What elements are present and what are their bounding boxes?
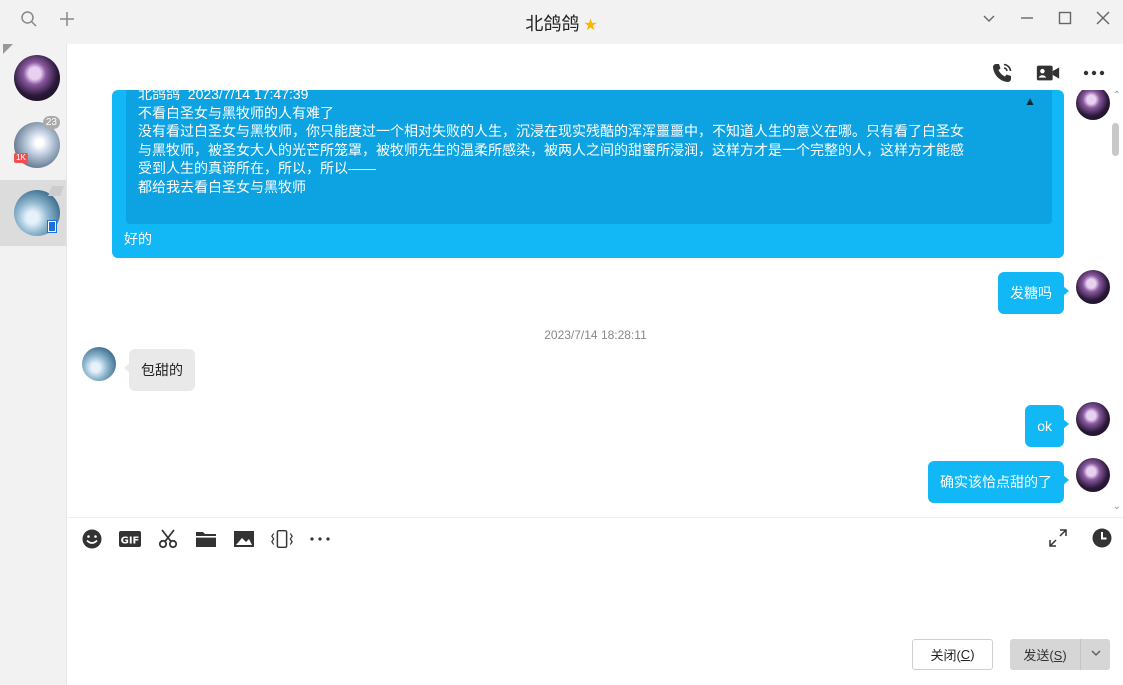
message-bubble-outgoing[interactable]: 确实该恰点甜的了 bbox=[928, 461, 1069, 503]
avatar[interactable] bbox=[1076, 270, 1110, 304]
sidebar-item-2[interactable]: 23 1K bbox=[0, 112, 66, 178]
contact-name: 北鸽鸽 bbox=[525, 14, 580, 34]
send-button-main[interactable]: 发送(S) bbox=[1010, 645, 1080, 664]
quote-author: 北鸽鸽 bbox=[138, 90, 180, 102]
scissors-icon[interactable] bbox=[156, 527, 180, 551]
video-call-icon[interactable] bbox=[1035, 60, 1061, 86]
more-icon[interactable] bbox=[1081, 60, 1107, 86]
jump-to-quote-icon[interactable]: ▲ bbox=[1024, 92, 1036, 111]
close-icon[interactable] bbox=[1095, 10, 1111, 31]
more-icon[interactable] bbox=[308, 527, 332, 551]
scrollbar-thumb[interactable] bbox=[1112, 123, 1119, 156]
svg-text:GIF: GIF bbox=[121, 536, 140, 547]
shake-icon[interactable] bbox=[270, 527, 294, 551]
quote-line: 都给我去看白圣女与黑牧师 bbox=[138, 178, 306, 195]
send-button-label-end: ) bbox=[1062, 648, 1067, 663]
minimize-icon[interactable] bbox=[1019, 10, 1035, 31]
quote-line: 不看白圣女与黑牧师的人有难了 bbox=[138, 104, 334, 121]
sidebar-item-3[interactable] bbox=[0, 180, 66, 246]
message-bubble-outgoing[interactable]: ok bbox=[1025, 405, 1069, 447]
avatar[interactable] bbox=[1076, 402, 1110, 436]
quoted-message[interactable]: 北鸽鸽 2023/7/14 17:47:39 不看白圣女与黑牧师的人有难了 没有… bbox=[126, 90, 1052, 224]
input-toolbar-right bbox=[1047, 527, 1113, 552]
close-button[interactable]: 关闭(C) bbox=[912, 639, 993, 670]
message-bubble-incoming[interactable]: 包甜的 bbox=[124, 349, 195, 391]
tag-badge: 1K bbox=[14, 153, 28, 163]
close-button-label: 关闭( bbox=[930, 648, 961, 663]
chat-header-actions bbox=[989, 60, 1107, 86]
image-icon[interactable] bbox=[232, 527, 256, 551]
scroll-up-icon[interactable]: ⌃ bbox=[1113, 90, 1121, 101]
window-title: 北鸽鸽 ★ bbox=[0, 10, 1123, 36]
expand-icon[interactable] bbox=[1047, 527, 1069, 552]
conversation-sidebar: 23 1K bbox=[0, 44, 67, 685]
reply-text: 好的 bbox=[124, 231, 152, 247]
maximize-icon[interactable] bbox=[1057, 10, 1073, 31]
send-button[interactable]: 发送(S) bbox=[1010, 639, 1110, 670]
quote-line: 受到人生的真谛所在，所以，所以—— bbox=[138, 160, 376, 176]
avatar[interactable] bbox=[1076, 90, 1110, 120]
quote-line: 没有看过白圣女与黑牧师，你只能度过一个相对失败的人生，沉浸在现实残酷的浑浑噩噩中… bbox=[138, 123, 964, 139]
message-bubble-outgoing[interactable]: 发糖吗 bbox=[998, 272, 1069, 314]
message-bubble-outgoing[interactable]: 北鸽鸽 2023/7/14 17:47:39 不看白圣女与黑牧师的人有难了 没有… bbox=[112, 90, 1064, 258]
close-button-label-end: ) bbox=[970, 647, 975, 662]
sidebar-item-1[interactable] bbox=[0, 44, 66, 110]
gif-icon[interactable]: GIF bbox=[118, 527, 142, 551]
folder-icon[interactable] bbox=[194, 527, 218, 551]
quote-line: 与黑牧师，被圣女大人的光芒所笼罩，被牧师先生的温柔所感染，被两人之间的甜蜜所浸润… bbox=[138, 141, 964, 158]
avatar[interactable] bbox=[82, 347, 116, 381]
avatar bbox=[14, 55, 60, 101]
quote-time: 2023/7/14 17:47:39 bbox=[187, 90, 309, 102]
voice-call-icon[interactable] bbox=[989, 60, 1015, 86]
scroll-down-icon[interactable]: ⌄ bbox=[1113, 501, 1121, 512]
unread-badge: 23 bbox=[42, 116, 60, 129]
title-bar: 北鸽鸽 ★ bbox=[0, 0, 1123, 44]
send-options-chevron-icon[interactable] bbox=[1081, 647, 1110, 662]
send-button-label: 发送( bbox=[1023, 648, 1054, 663]
quote-header: 北鸽鸽 2023/7/14 17:47:39 bbox=[138, 90, 1040, 104]
history-icon[interactable] bbox=[1091, 527, 1113, 552]
emoji-icon[interactable] bbox=[80, 527, 104, 551]
input-divider bbox=[68, 517, 1123, 518]
chevron-down-icon[interactable] bbox=[981, 10, 997, 31]
avatar[interactable] bbox=[1076, 458, 1110, 492]
star-icon[interactable]: ★ bbox=[583, 17, 597, 34]
corner-flag-icon bbox=[48, 186, 64, 196]
message-list[interactable]: 北鸽鸽 2023/7/14 17:47:39 不看白圣女与黑牧师的人有难了 没有… bbox=[68, 90, 1123, 514]
close-shortcut-key: C bbox=[960, 647, 971, 662]
message-timestamp: 2023/7/14 18:28:11 bbox=[544, 328, 647, 342]
mobile-online-icon bbox=[47, 220, 57, 233]
input-toolbar: GIF bbox=[80, 527, 332, 551]
